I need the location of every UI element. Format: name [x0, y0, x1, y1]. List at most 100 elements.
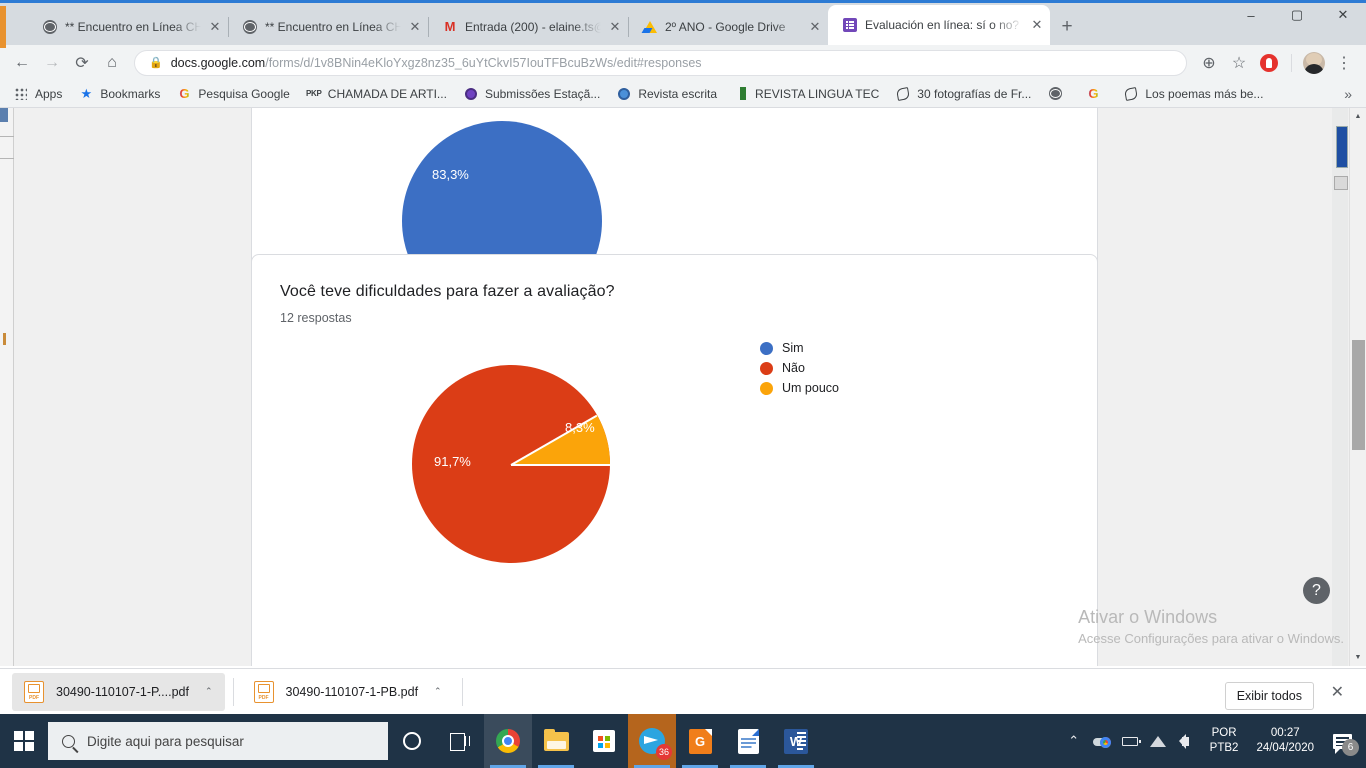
globe-icon: [616, 86, 632, 102]
response-count: 12 respostas: [280, 311, 352, 325]
bookmark-label: Pesquisa Google: [198, 86, 290, 101]
gmail-icon: M: [444, 19, 456, 34]
minimize-button[interactable]: –: [1228, 0, 1274, 30]
close-shelf-button[interactable]: ✕: [1331, 682, 1354, 702]
bookmark-globe-only[interactable]: [1040, 83, 1076, 105]
bookmark-label: Revista escrita: [638, 86, 718, 101]
chrome-menu-icon[interactable]: ⋮: [1330, 49, 1358, 77]
language-line-1: POR: [1211, 727, 1237, 739]
bookmark-pesquisa-google[interactable]: G Pesquisa Google: [169, 83, 296, 105]
download-item-2[interactable]: 30490-110107-1-PB.pdf ⌃: [242, 673, 454, 711]
pdf-app-icon[interactable]: G: [676, 714, 724, 768]
diamond-icon: [1123, 86, 1139, 102]
tab-title: ** Encuentro en Línea CHAT | E: [65, 19, 201, 34]
chrome-icon[interactable]: [484, 714, 532, 768]
bookmark-label: REVISTA LINGUA TEC: [755, 86, 880, 101]
browser-tab-5-active[interactable]: Evaluación en línea: sí o no? - ✕: [828, 5, 1050, 45]
bookmark-google-only[interactable]: G: [1078, 83, 1114, 105]
bookmark-bookmarks[interactable]: ★ Bookmarks: [71, 83, 167, 105]
adblock-extension-icon[interactable]: [1255, 49, 1283, 77]
search-icon: [62, 734, 75, 748]
browser-tab-2[interactable]: ** Encuentro en Línea CHAT | E ✕: [228, 8, 428, 45]
word-icon[interactable]: W: [772, 714, 820, 768]
chevron-up-icon[interactable]: ⌃: [201, 686, 213, 697]
taskbar-search-input[interactable]: Digite aqui para pesquisar: [48, 722, 388, 760]
address-bar[interactable]: 🔒 docs.google.com/forms/d/1v8BNin4eKloYx…: [134, 49, 1187, 76]
download-filename: 30490-110107-1-PB.pdf: [285, 684, 419, 699]
start-button[interactable]: [0, 714, 48, 768]
show-all-downloads-button[interactable]: Exibir todos: [1224, 682, 1314, 710]
toolbar-divider: [1291, 53, 1292, 72]
bookmark-star-icon[interactable]: ☆: [1225, 49, 1253, 77]
new-tab-button[interactable]: +: [1050, 8, 1084, 45]
tab-close-button[interactable]: ✕: [1030, 17, 1044, 33]
microsoft-store-icon[interactable]: [580, 714, 628, 768]
lock-icon: 🔒: [149, 57, 163, 69]
browser-tab-1[interactable]: ** Encuentro en Línea CHAT | E ✕: [28, 8, 228, 45]
legend-color-swatch: [760, 381, 773, 395]
scroll-thumb[interactable]: [1352, 340, 1365, 450]
volume-icon[interactable]: [1172, 714, 1200, 768]
maximize-button[interactable]: ▢: [1274, 0, 1320, 30]
bookmark-30-fotografias[interactable]: 30 fotografías de Fr...: [888, 83, 1038, 105]
tab-title: ** Encuentro en Línea CHAT | E: [265, 19, 401, 34]
pie-label-um-pouco: 8,3%: [565, 420, 595, 435]
pie-label-nao: 91,7%: [434, 454, 471, 469]
forward-icon[interactable]: →: [38, 49, 66, 77]
browser-tab-3[interactable]: M Entrada (200) - elaine.ts@gma ✕: [428, 8, 628, 45]
close-window-button[interactable]: ✕: [1320, 0, 1366, 30]
file-explorer-icon[interactable]: [532, 714, 580, 768]
tab-close-button[interactable]: ✕: [808, 19, 822, 35]
crest-icon: [463, 86, 479, 102]
cloud-sync-icon[interactable]: [1088, 714, 1116, 768]
shelf-divider: [461, 677, 463, 706]
scroll-up-arrow[interactable]: ▲: [1350, 108, 1366, 125]
reload-icon[interactable]: ⟳: [68, 49, 96, 77]
google-forms-responses-area: 83,3% ◀ ▶ Você teve dificuldades para fa…: [14, 108, 1332, 666]
battery-icon[interactable]: [1116, 714, 1144, 768]
clock-date: 24/04/2020: [1256, 742, 1314, 754]
notifications-button[interactable]: 6: [1322, 714, 1362, 768]
page-vertical-scrollbar[interactable]: ▲ ▼: [1349, 108, 1366, 666]
bookmarks-overflow-button[interactable]: »: [1336, 86, 1360, 102]
cortana-icon[interactable]: [388, 714, 436, 768]
shelf-divider: [232, 677, 234, 706]
bookmark-apps[interactable]: Apps: [6, 83, 69, 105]
zoom-icon[interactable]: ⊕: [1195, 49, 1223, 77]
language-indicator[interactable]: POR PTB2: [1200, 726, 1249, 756]
tab-close-button[interactable]: ✕: [208, 19, 222, 35]
bookmark-revista-escrita[interactable]: Revista escrita: [609, 83, 724, 105]
right-edge-sliver: [1332, 108, 1348, 666]
bookmark-chamada-de-arti[interactable]: PKP CHAMADA DE ARTI...: [299, 83, 454, 105]
home-icon[interactable]: ⌂: [98, 49, 126, 77]
browser-tab-4[interactable]: 2º ANO - Google Drive ✕: [628, 8, 828, 45]
google-g-icon: G: [1085, 86, 1101, 102]
telegram-icon[interactable]: 36: [628, 714, 676, 768]
book-icon: [733, 86, 749, 102]
tray-overflow-icon[interactable]: ⌃: [1060, 714, 1088, 768]
help-button[interactable]: ?: [1303, 577, 1330, 604]
bookmark-revista-lingua-tec[interactable]: REVISTA LINGUA TEC: [726, 83, 886, 105]
bookmark-label: Los poemas más be...: [1145, 86, 1264, 101]
back-icon[interactable]: ←: [8, 49, 36, 77]
wifi-icon[interactable]: [1144, 714, 1172, 768]
bookmark-submissoes-estacao[interactable]: Submissões Estaçã...: [456, 83, 607, 105]
apps-grid-icon: [13, 86, 29, 102]
pie-chart-container: 91,7% 8,3% Sim Não Um pouco: [252, 341, 1097, 591]
tab-close-button[interactable]: ✕: [408, 19, 422, 35]
task-view-icon[interactable]: [436, 714, 484, 768]
download-item-1[interactable]: 30490-110107-1-P....pdf ⌃: [12, 672, 225, 711]
legend-color-swatch: [760, 361, 773, 375]
bookmark-label: Bookmarks: [100, 86, 161, 101]
tab-strip: ** Encuentro en Línea CHAT | E ✕ ** Encu…: [0, 0, 1366, 48]
clock[interactable]: 00:27 24/04/2020: [1248, 726, 1322, 756]
document-app-icon[interactable]: [724, 714, 772, 768]
bookmark-los-poemas[interactable]: Los poemas más be...: [1116, 83, 1270, 105]
scroll-down-arrow[interactable]: ▼: [1350, 649, 1366, 666]
chevron-up-icon[interactable]: ⌃: [430, 686, 442, 697]
bookmark-label: Submissões Estaçã...: [484, 86, 601, 101]
download-filename: 30490-110107-1-P....pdf: [56, 684, 189, 699]
telegram-badge: 36: [655, 744, 672, 760]
tab-close-button[interactable]: ✕: [608, 19, 622, 35]
avatar[interactable]: [1300, 49, 1328, 77]
